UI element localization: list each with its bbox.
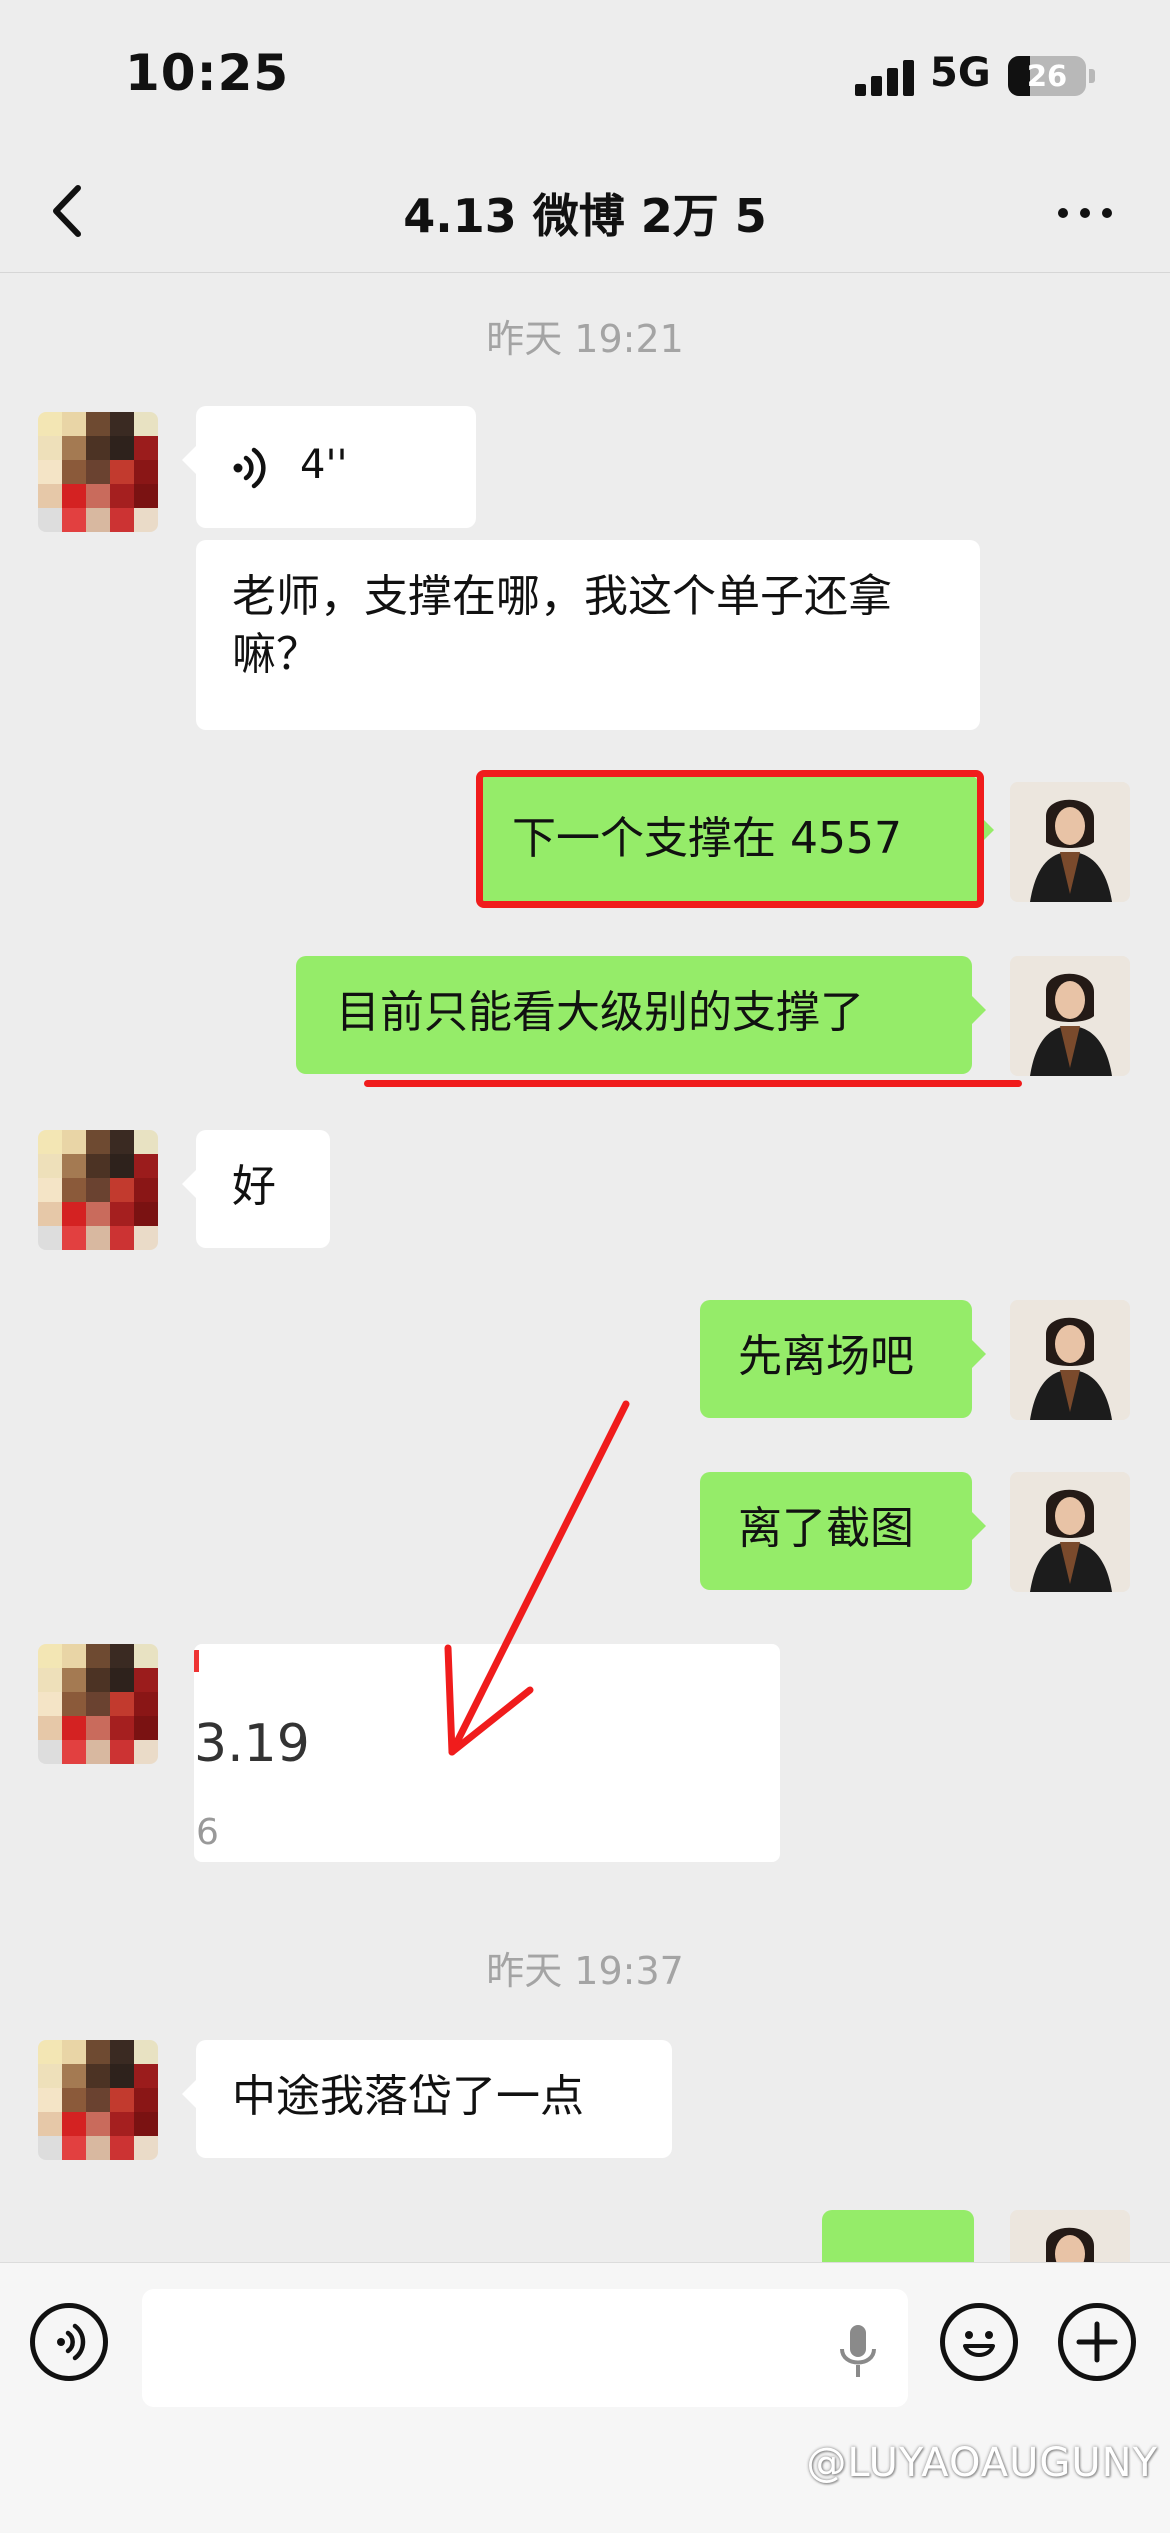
emoji-icon[interactable] xyxy=(940,2303,1018,2381)
input-bar xyxy=(0,2262,1170,2533)
red-highlight-box xyxy=(476,770,984,908)
plus-icon[interactable] xyxy=(1058,2303,1136,2381)
signal-icon xyxy=(855,60,915,96)
battery-cap xyxy=(1089,69,1095,83)
timestamp: 昨天 19:37 xyxy=(486,1949,684,1993)
battery-level: 26 xyxy=(1026,59,1068,93)
more-dots-icon[interactable] xyxy=(1050,182,1120,242)
avatar[interactable] xyxy=(1010,2210,1130,2262)
avatar[interactable] xyxy=(1010,1300,1130,1420)
avatar[interactable] xyxy=(38,412,158,532)
voice-duration: 4'' xyxy=(300,442,348,488)
avatar[interactable] xyxy=(38,1644,158,1764)
timestamp: 昨天 19:21 xyxy=(486,317,684,361)
red-arrow-annotation xyxy=(444,1400,630,1756)
avatar[interactable] xyxy=(38,2040,158,2160)
avatar[interactable] xyxy=(38,1130,158,1250)
red-underline xyxy=(364,1080,1022,1087)
watermark: @LUYAOAUGUNY xyxy=(806,2440,1158,2486)
voice-message[interactable]: 4'' xyxy=(182,406,476,528)
voice-input-icon[interactable] xyxy=(30,2303,108,2381)
message-bubble[interactable]: 中途我落岱了一点 xyxy=(182,2040,672,2158)
status-time: 10:25 xyxy=(125,44,290,102)
avatar[interactable] xyxy=(1010,1472,1130,1592)
avatar[interactable] xyxy=(1010,956,1130,1076)
avatar[interactable] xyxy=(1010,782,1130,902)
screenshot-value: 3.19 xyxy=(194,1714,310,1774)
message-bubble[interactable]: 好 xyxy=(182,1130,330,1248)
screenshot-sub: 6 xyxy=(196,1812,219,1853)
microphone-icon[interactable] xyxy=(836,2323,880,2379)
message-bubble-partial[interactable] xyxy=(822,2210,974,2270)
chat-title: 4.13 微博 2万 5 xyxy=(403,189,767,243)
message-bubble[interactable]: 先离场吧 xyxy=(700,1300,986,1418)
network-type: 5G xyxy=(930,50,991,96)
message-bubble[interactable]: 老师，支撑在哪，我这个单子还拿嘛？ xyxy=(196,540,980,730)
status-bar: 10:25 5G 26 xyxy=(0,0,1170,150)
red-mark xyxy=(194,1650,199,1672)
message-bubble[interactable]: 目前只能看大级别的支撑了 xyxy=(296,956,986,1074)
voice-wave-icon xyxy=(233,447,266,489)
chat-header: 4.13 微博 2万 5 xyxy=(0,150,1170,273)
message-input[interactable] xyxy=(142,2289,908,2407)
message-bubble[interactable]: 离了截图 xyxy=(700,1472,986,1590)
battery-icon: 26 xyxy=(1008,56,1086,96)
